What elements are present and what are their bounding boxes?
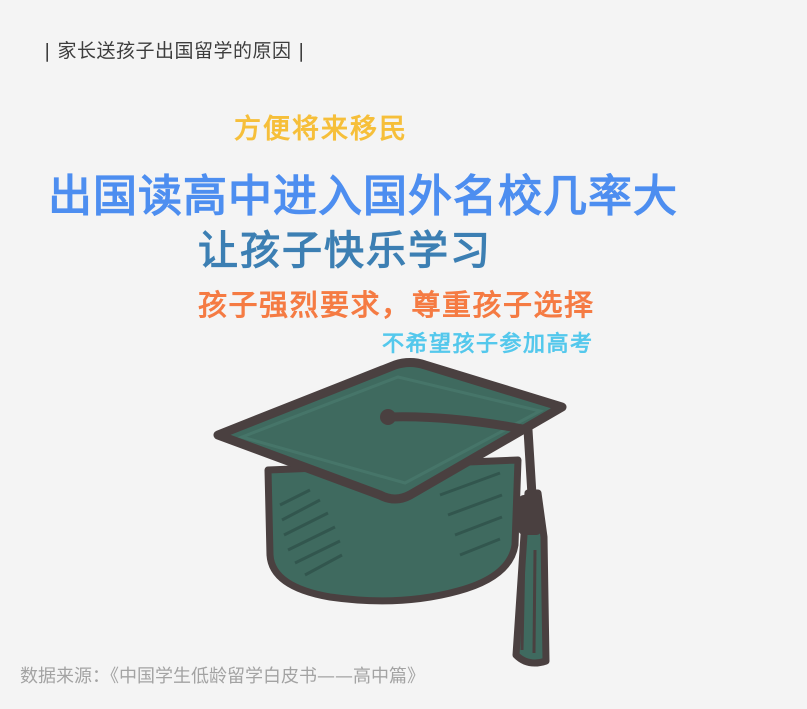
- cap-button: [380, 409, 396, 425]
- reason-elite-school-admission: 出国读高中进入国外名校几率大: [48, 171, 678, 222]
- reason-avoid-gaokao: 不希望孩子参加高考: [382, 332, 594, 357]
- reason-child-request: 孩子强烈要求，尊重孩子选择: [198, 288, 595, 322]
- reason-immigration: 方便将来移民: [234, 114, 408, 145]
- page-title: | 家长送孩子出国留学的原因 |: [44, 40, 305, 62]
- data-source: 数据来源：《中国学生低龄留学白皮书——高中篇》: [20, 666, 425, 687]
- reason-happy-learning: 让孩子快乐学习: [198, 228, 492, 274]
- graduation-cap-icon: [213, 358, 567, 667]
